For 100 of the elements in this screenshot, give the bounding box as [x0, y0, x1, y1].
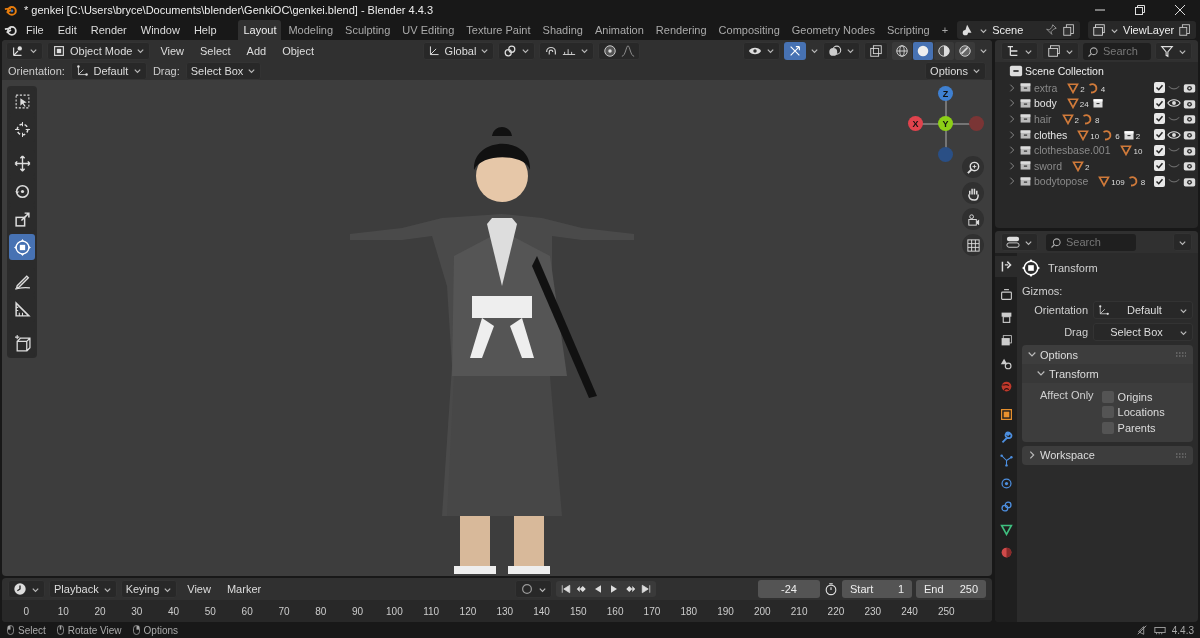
menu-item[interactable]: Edit — [51, 21, 83, 39]
collection-name[interactable]: body — [1034, 97, 1057, 110]
menu-item[interactable]: Help — [187, 21, 223, 39]
editor-type-button[interactable] — [1001, 42, 1038, 60]
collection-name[interactable]: clothesbase.001 — [1034, 144, 1111, 157]
options-dropdown[interactable] — [1173, 233, 1192, 251]
mode-dropdown[interactable]: Object Mode — [47, 41, 151, 60]
shading-button[interactable] — [913, 41, 933, 60]
menu-item[interactable]: Keying — [120, 580, 178, 598]
filter-dropdown[interactable] — [1155, 42, 1192, 60]
display-mode-dropdown[interactable] — [1042, 42, 1079, 60]
checkbox[interactable]: Locations — [1101, 404, 1165, 420]
panel-header[interactable]: Workspace — [1022, 445, 1100, 465]
search-field[interactable]: Search — [1083, 42, 1151, 60]
exclude-checkbox[interactable] — [1154, 113, 1165, 125]
object-square-icon — [999, 408, 1013, 421]
caret-icon — [480, 46, 490, 55]
current-frame-field[interactable]: -24 — [758, 580, 820, 598]
exclude-checkbox[interactable] — [1154, 129, 1165, 141]
overlay-toggle[interactable] — [823, 41, 860, 60]
checkbox[interactable]: Origins — [1101, 389, 1165, 405]
collection-name[interactable]: bodytopose — [1034, 175, 1089, 188]
drag-dropdown[interactable]: Select Box — [1093, 323, 1193, 341]
stopwatch-icon[interactable] — [824, 582, 838, 596]
menu-item[interactable]: Render — [84, 21, 133, 39]
viewport-nav-button[interactable] — [962, 182, 984, 204]
view-layer-selector[interactable]: ViewLayer — [1088, 21, 1196, 39]
orientation-dropdown[interactable]: Default — [70, 61, 147, 80]
menu-item[interactable]: Select — [194, 41, 237, 60]
visibility-dropdown[interactable] — [743, 41, 780, 60]
camera-icon[interactable] — [1183, 159, 1196, 173]
viewport-nav-button[interactable] — [962, 234, 984, 256]
exclude-checkbox[interactable] — [1154, 97, 1165, 109]
scene-selector[interactable]: Scene — [957, 21, 1081, 39]
close-icon[interactable] — [1174, 4, 1186, 16]
workspace-tab[interactable]: Modeling — [283, 20, 339, 40]
collection-name[interactable]: extra — [1034, 81, 1058, 94]
copy-icon[interactable] — [1062, 23, 1077, 37]
camera-icon[interactable] — [1183, 112, 1196, 126]
panel-header[interactable]: Options — [1022, 345, 1083, 364]
exclude-checkbox[interactable] — [1154, 144, 1165, 156]
workspace-tab[interactable]: Rendering — [650, 20, 712, 40]
blender-logo-icon[interactable] — [4, 23, 18, 37]
editor-type-button[interactable] — [6, 41, 43, 60]
subpanel-header[interactable]: Transform — [1022, 364, 1193, 383]
end-frame-field[interactable]: End 250 — [916, 580, 986, 598]
options-dropdown[interactable]: Options — [925, 61, 986, 80]
workspace-tab[interactable]: Scripting — [881, 20, 935, 40]
object-count: 6 — [1115, 131, 1120, 141]
camera-icon[interactable] — [1183, 128, 1196, 142]
viewport-nav-button[interactable] — [962, 208, 984, 230]
snap-toggle[interactable] — [539, 41, 595, 60]
camera-icon[interactable] — [1183, 81, 1196, 95]
exclude-checkbox[interactable] — [1154, 160, 1165, 172]
exclude-checkbox[interactable] — [1154, 82, 1165, 94]
navigation-gizmo[interactable]: Z X Y — [908, 86, 984, 162]
workspace-tab[interactable]: Animation — [589, 20, 649, 40]
properties-tab[interactable] — [995, 256, 1017, 277]
drag-dropdown[interactable]: Select Box — [185, 61, 262, 80]
toggle-icon — [1006, 235, 1020, 249]
menu-item[interactable]: Playback — [49, 580, 117, 598]
workspace-tab[interactable]: Layout — [238, 20, 282, 40]
proportional-edit-toggle[interactable] — [598, 41, 641, 60]
shading-button[interactable] — [955, 41, 975, 60]
menu-item[interactable]: View — [154, 41, 191, 60]
exclude-checkbox[interactable] — [1154, 175, 1165, 187]
viewport-nav-button[interactable] — [962, 156, 984, 178]
workspace-tab[interactable]: Sculpting — [340, 20, 396, 40]
workspace-tab[interactable]: UV Editing — [397, 20, 460, 40]
pivot-dropdown[interactable] — [498, 41, 536, 60]
menu-item[interactable]: Add — [240, 41, 273, 60]
collection-name[interactable]: clothes — [1034, 128, 1068, 141]
shading-button[interactable] — [892, 41, 912, 60]
menu-item[interactable]: Window — [134, 21, 186, 39]
start-frame-field[interactable]: Start 1 — [842, 580, 912, 598]
menu-item[interactable]: View — [181, 580, 217, 598]
xray-toggle[interactable] — [864, 41, 888, 60]
copy-icon[interactable] — [1178, 23, 1193, 37]
restore-icon[interactable] — [1134, 4, 1146, 16]
gizmo-toggle[interactable] — [784, 41, 806, 60]
orientation-dropdown[interactable]: Global — [422, 41, 495, 60]
editor-type-button[interactable] — [1001, 233, 1038, 251]
workspace-tab[interactable]: Geometry Nodes — [786, 20, 880, 40]
menu-item[interactable]: File — [20, 21, 50, 39]
shading-button[interactable] — [934, 41, 954, 60]
workspace-tab[interactable]: Texture Paint — [461, 20, 536, 40]
menu-item[interactable]: Object — [276, 41, 320, 60]
search-field[interactable]: Search — [1046, 233, 1136, 251]
auto-key-toggle[interactable] — [515, 580, 553, 598]
collection-name[interactable]: hair — [1034, 113, 1052, 125]
tool-button[interactable] — [9, 234, 35, 260]
add-workspace-button[interactable]: + — [936, 20, 954, 40]
workspace-tab[interactable]: Compositing — [713, 20, 785, 40]
collection-name[interactable]: sword — [1034, 159, 1062, 172]
search-icon — [1050, 236, 1062, 249]
workspace-tab[interactable]: Shading — [537, 20, 588, 40]
editor-type-button[interactable] — [8, 580, 45, 598]
orientation-dropdown[interactable]: Default — [1093, 301, 1193, 319]
menu-item[interactable]: Marker — [220, 580, 268, 598]
checkbox[interactable]: Parents — [1101, 420, 1165, 436]
